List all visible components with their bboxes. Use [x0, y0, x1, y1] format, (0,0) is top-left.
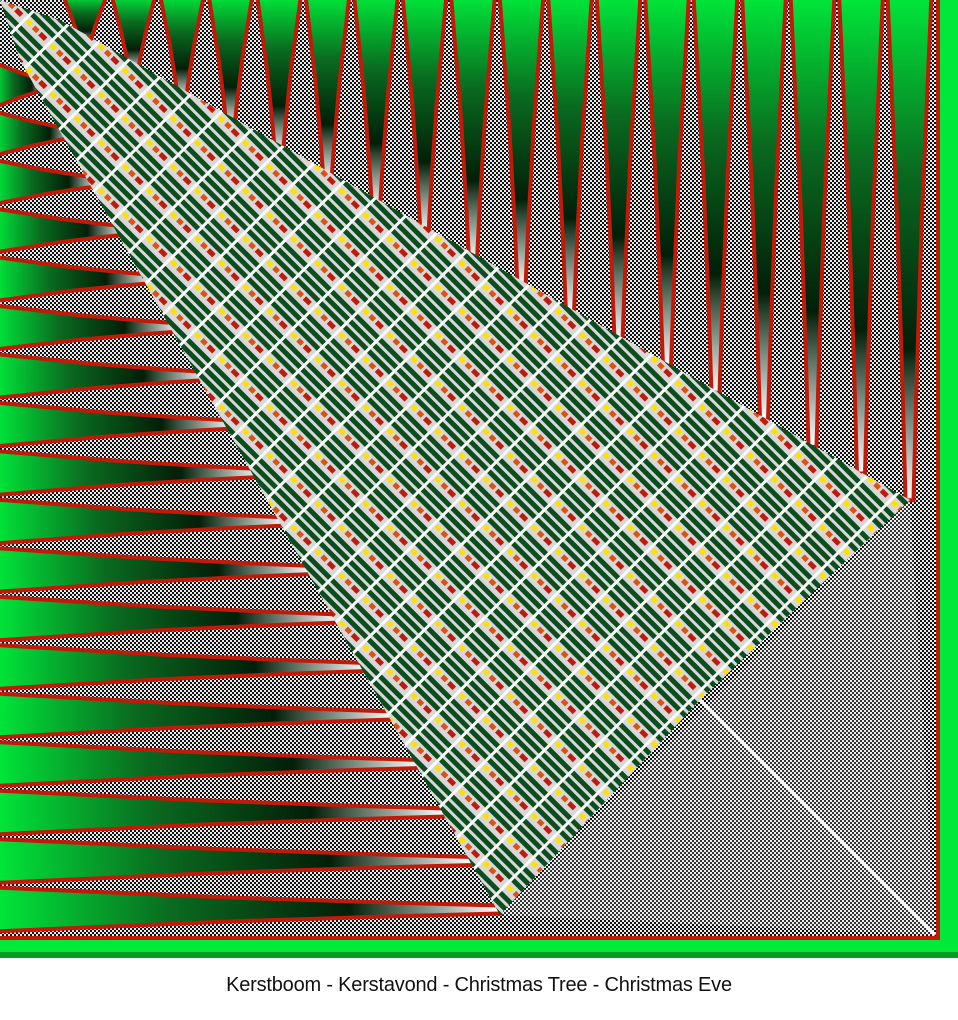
green-border-right	[940, 0, 958, 958]
red-frame	[936, 0, 940, 940]
artwork-caption: Kerstboom - Kerstavond - Christmas Tree …	[226, 974, 732, 996]
red-frame-bottom	[0, 936, 940, 940]
green-border-shade	[0, 952, 958, 958]
christmas-tree-artwork	[0, 0, 958, 958]
